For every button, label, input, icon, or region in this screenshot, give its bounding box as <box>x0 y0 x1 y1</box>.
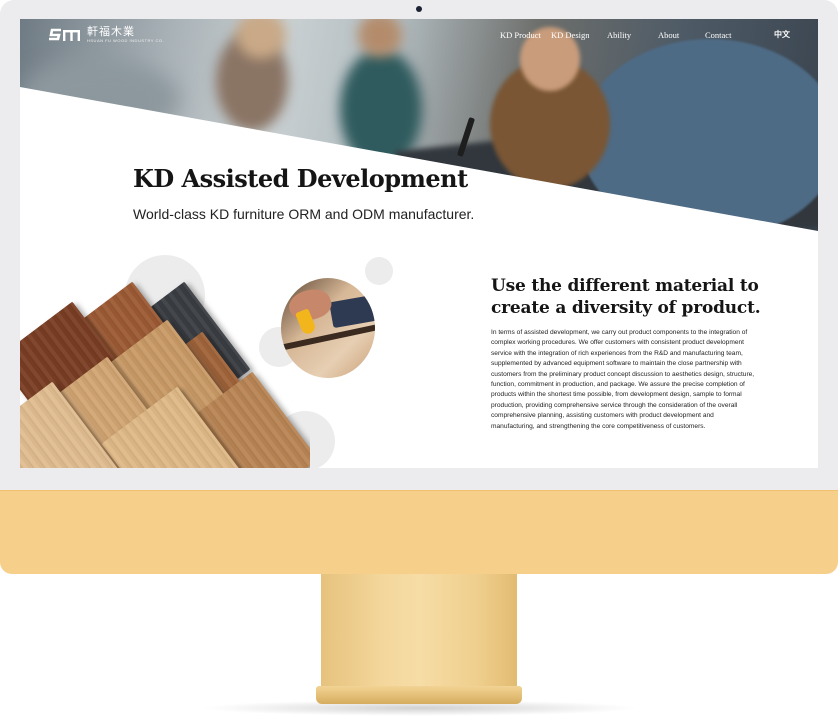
monitor-stand-neck <box>321 574 517 690</box>
nav-item-kd-design[interactable]: KD Design <box>551 30 589 40</box>
section-heading: Use the different material to create a d… <box>491 276 761 318</box>
craftsman-photo <box>281 278 375 378</box>
monitor-chin <box>0 490 838 574</box>
nav-item-kd-product[interactable]: KD Product <box>500 30 541 40</box>
camera-dot <box>416 6 422 12</box>
hero-title: KD Assisted Development <box>133 164 468 193</box>
decor-circle <box>365 257 393 285</box>
nav-item-about[interactable]: About <box>658 30 679 40</box>
wood-samples-image <box>20 279 310 468</box>
nav-item-ability[interactable]: Ability <box>607 30 631 40</box>
section-body-text: In terms of assisted development, we car… <box>491 329 755 430</box>
language-toggle[interactable]: 中文 <box>774 29 790 40</box>
nav-item-contact[interactable]: Contact <box>705 30 731 40</box>
monitor-stand-foot <box>316 686 522 704</box>
website-screen: 軒福木業 HSUAN FU WOOD INDUSTRY CO. KD Produ… <box>20 19 818 468</box>
top-navigation: KD Product KD Design Ability About Conta… <box>20 30 818 44</box>
hero-subtitle: World-class KD furniture ORM and ODM man… <box>133 206 475 222</box>
